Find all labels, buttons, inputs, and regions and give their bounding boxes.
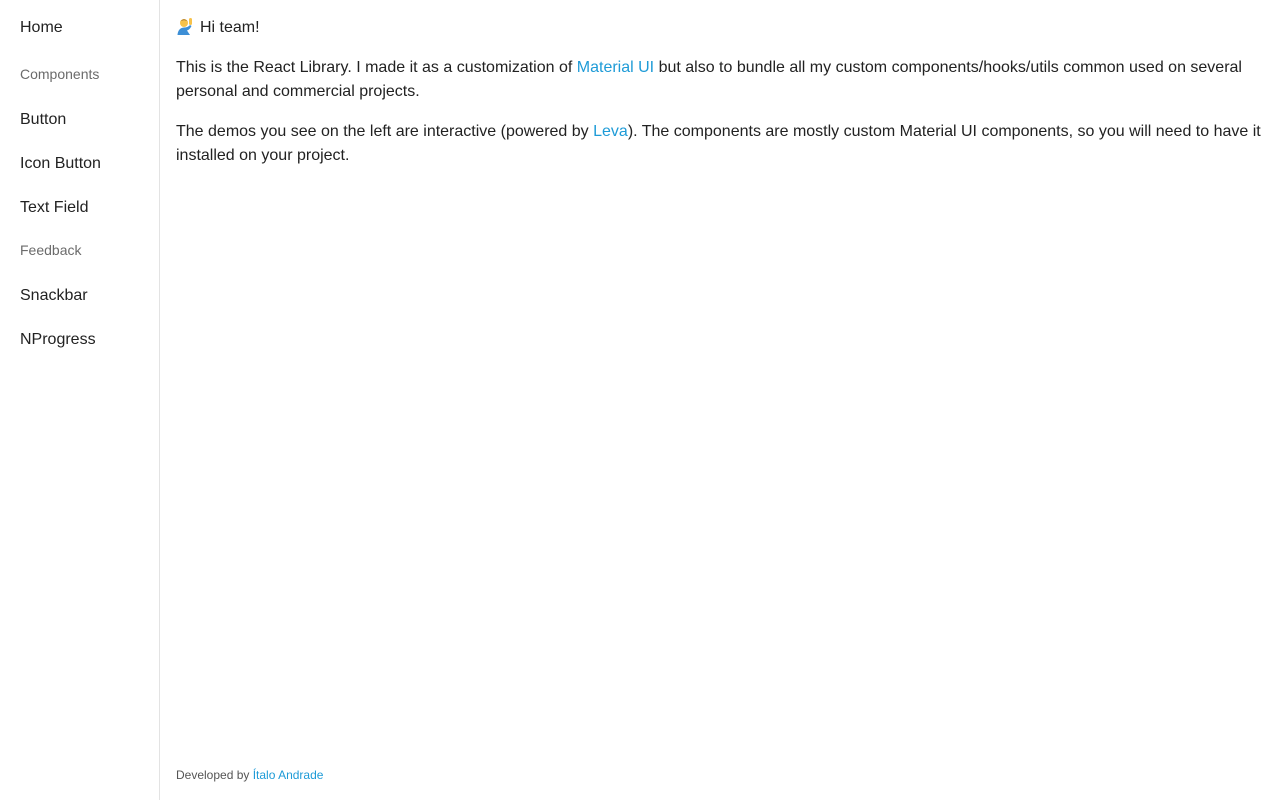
sidebar-section-components: Components (20, 66, 100, 82)
footer: Developed by Ítalo Andrade (176, 766, 323, 784)
sidebar-section-feedback: Feedback (20, 242, 82, 258)
greeting-text: Hi team! (200, 19, 260, 36)
person-raising-hand-icon (176, 17, 194, 35)
main-content: Hi team! This is the React Library. I ma… (160, 0, 1280, 800)
app-root: Home Components Button Icon Button Text … (0, 0, 1280, 800)
sidebar-item-snackbar[interactable]: Snackbar (0, 284, 159, 308)
intro-paragraph: This is the React Library. I made it as … (176, 56, 1264, 104)
sidebar-item-nprogress[interactable]: NProgress (0, 328, 159, 352)
sidebar-item-home[interactable]: Home (0, 16, 159, 40)
sidebar-item-button[interactable]: Button (0, 108, 159, 132)
leva-link[interactable]: Leva (593, 123, 628, 140)
demos-paragraph: The demos you see on the left are intera… (176, 120, 1264, 168)
greeting: Hi team! (176, 16, 1264, 40)
sidebar-item-text-field[interactable]: Text Field (0, 196, 159, 220)
footer-prefix: Developed by (176, 768, 253, 782)
demos-text-start: The demos you see on the left are intera… (176, 123, 594, 140)
author-link[interactable]: Ítalo Andrade (253, 768, 324, 782)
sidebar-item-icon-button[interactable]: Icon Button (0, 152, 159, 176)
intro-text-start: This is the React Library. I made it as … (176, 59, 577, 76)
sidebar: Home Components Button Icon Button Text … (0, 0, 160, 800)
material-ui-link[interactable]: Material UI (577, 59, 654, 76)
